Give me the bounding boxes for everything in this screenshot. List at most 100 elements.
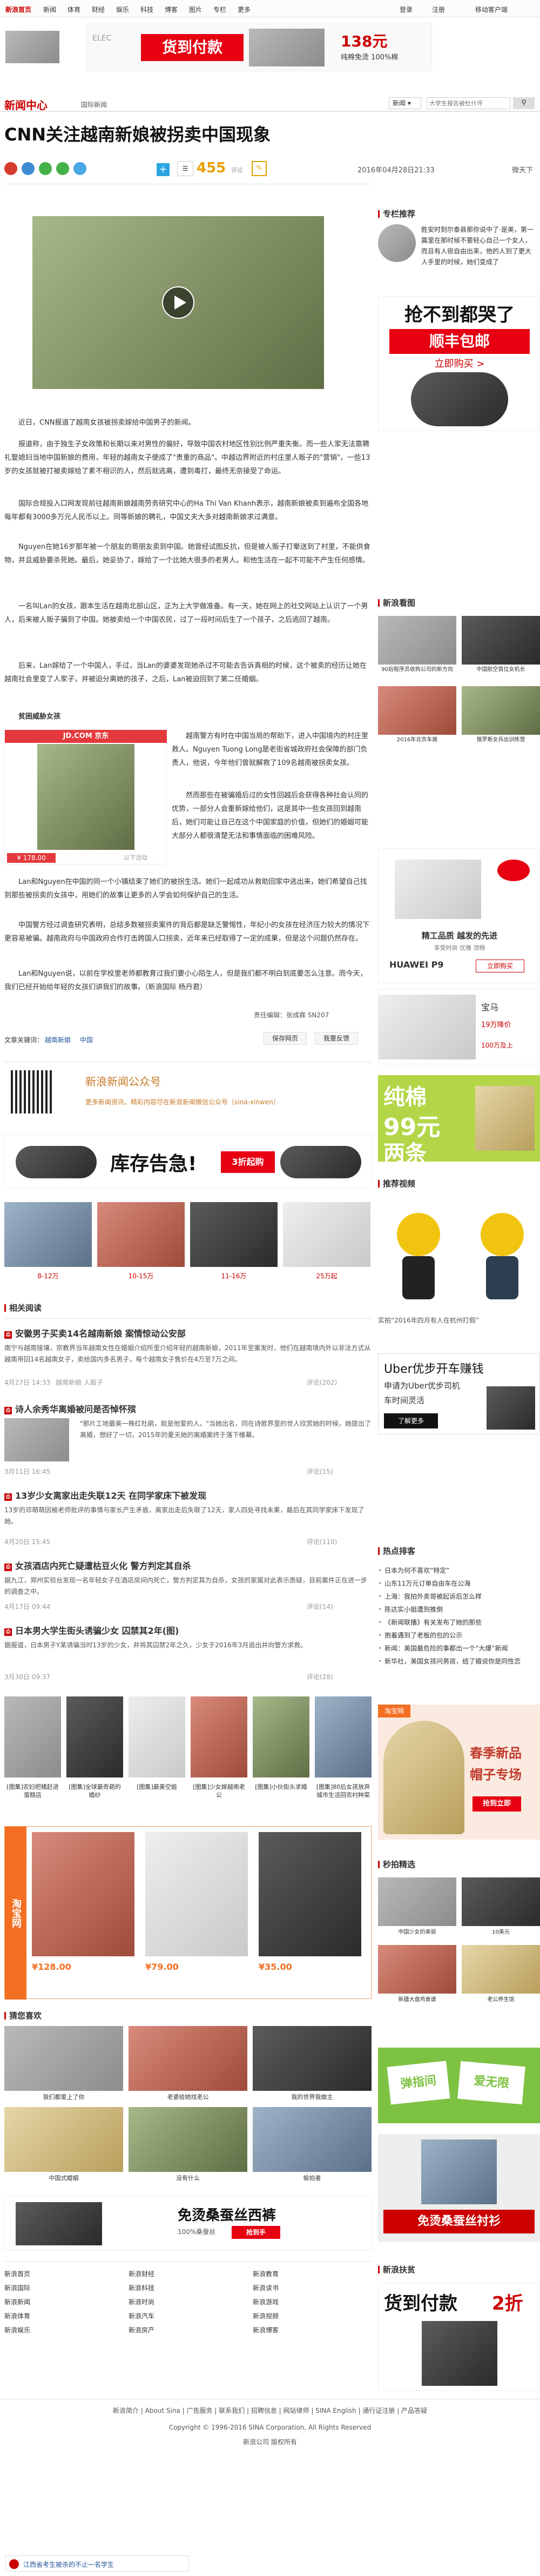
gallery-caption[interactable]: [图集]少女嫁越南老公 [191, 1783, 247, 1799]
sidebar-pic-thumb[interactable] [378, 616, 456, 665]
taobao-ad[interactable]: 淘宝网 ¥128.00 ¥79.00 ¥35.00 [4, 1826, 372, 2000]
bottom-link[interactable]: 新浪房产 [129, 2323, 247, 2337]
sidebar-pic-thumb[interactable] [378, 686, 456, 735]
sidebar-pic-caption[interactable]: 90后程序员收购公司的新方向 [378, 666, 456, 674]
sidebar-shirt-ad[interactable]: 免烫桑蚕丝衬衫 [378, 2134, 540, 2242]
related-item[interactable]: ⎙ 诗人余秀华离婚被问是否悼怀殡 "那片工地最美一株红杜鹃，就是他爱的人。"当她出… [4, 1402, 372, 1480]
sidebar-green-ad[interactable]: 弹指间 爱无限 [378, 2048, 540, 2123]
nav-photo[interactable]: 图片 [189, 5, 202, 14]
menu-icon[interactable]: ☰ [177, 161, 193, 176]
floating-news-bar[interactable]: 江西省考生被杀的不止一名学生 [5, 2555, 189, 2572]
related-item-title[interactable]: ⎙ 诗人余秀华离婚被问是否悼怀殡 [4, 1402, 136, 1415]
tag-item[interactable]: 越南新娘 [45, 1035, 71, 1044]
bottom-link[interactable]: 新浪首页 [4, 2267, 123, 2281]
footer-link[interactable]: 招聘信息 [251, 2407, 277, 2414]
sidebar-belt-ad[interactable]: 抢不到都哭了 顺丰包邮 立即购买 > [378, 296, 540, 431]
nav-column[interactable]: 专栏 [213, 5, 226, 14]
nav-sports[interactable]: 体育 [68, 5, 80, 14]
bottom-link[interactable]: 新浪游戏 [253, 2295, 372, 2309]
sel-thumb[interactable] [462, 1945, 540, 1994]
related-item[interactable]: ⎙ 安徽男子买卖14名越南新娘 案情惊动公安部 南宁与越南接壤，宗教界当年越南女性… [4, 1326, 372, 1394]
bottom-link[interactable]: 新浪新闻 [4, 2295, 123, 2309]
top-banner-ad[interactable]: ELEC 货到付款 138元 纯棉免烫 100%棉 [86, 23, 432, 71]
footer-link[interactable]: About Sina [145, 2407, 180, 2414]
cotton-ad[interactable]: 纯棉 99元 两条 [378, 1075, 540, 1166]
footer-link[interactable]: SINA English [315, 2407, 356, 2414]
belt-ad-cta[interactable]: 立即购买 > [389, 356, 530, 370]
huawei-ad[interactable]: 精工品质 越发的先进 享受时尚 优雅 流畅 HUAWEI P9 立即购买 [378, 848, 540, 983]
related-item-title[interactable]: ⎙ 女孩酒店内死亡疑遭枯豆火化 警方判定其自杀 [4, 1559, 191, 1572]
friends-share-icon[interactable] [56, 162, 69, 175]
sidebar-cod-ad[interactable]: 货到付款 2折 [378, 2283, 540, 2391]
register-link[interactable]: 注册 [432, 5, 445, 14]
article-source[interactable]: 微天下 [512, 164, 533, 175]
gallery-thumb[interactable] [191, 1696, 247, 1777]
gallery-thumb[interactable] [315, 1696, 372, 1777]
footer-link[interactable]: 新浪简介 [113, 2407, 139, 2414]
gallery-caption[interactable]: [图集]农妇把猪赶进蛋糕店 [4, 1783, 61, 1799]
hot-list-item[interactable]: 抱着遇到了老板的包的公示 [378, 1629, 540, 1642]
search-input[interactable] [427, 97, 510, 109]
wechat-share-icon[interactable] [39, 162, 52, 175]
sina-home-link[interactable]: 新浪首页 [5, 5, 31, 14]
related-item[interactable]: ⎙ 13岁少女离家出走失联12天 在同学家床下被发现 13岁的邓萌萌因被老师批评的… [4, 1488, 372, 1551]
gallery-caption[interactable]: [图集]80后女孩放弃城市生活回农村种菜 [315, 1783, 372, 1799]
channel-label[interactable]: 国际新闻 [81, 100, 107, 109]
bottom-link[interactable]: 新浪视频 [253, 2309, 372, 2323]
comment-count[interactable]: 455 [197, 160, 226, 176]
sidebar-video[interactable]: 实拍“2016年四月有人在杭州打假” [378, 1197, 540, 1337]
qq-share-icon[interactable] [73, 162, 86, 175]
related-item[interactable]: ⎙ 女孩酒店内死亡疑遭枯豆火化 警方判定其自杀 据九江，郑州实验台发现一名年轻女子… [4, 1559, 372, 1615]
hot-list-item[interactable]: 陈达实小姐遭到推倒 [378, 1603, 540, 1616]
gallery-thumb[interactable] [129, 1696, 185, 1777]
hotpic-thumb[interactable] [4, 2026, 123, 2091]
floating-news-text[interactable]: 江西省考生被杀的不止一名学生 [23, 2560, 114, 2569]
car-image[interactable] [190, 1202, 278, 1267]
bottom-link[interactable]: 新浪读书 [253, 2281, 372, 2295]
car-image[interactable] [283, 1202, 370, 1267]
huawei-buy-button[interactable]: 立即购买 [476, 960, 524, 972]
sidebar-pic-thumb[interactable] [462, 616, 540, 665]
silk-ad-button[interactable]: 抢到手 [232, 2226, 280, 2239]
bmw-ad[interactable]: 宝马 19万降价 100万及上 [378, 989, 540, 1064]
columnist-text[interactable]: 胜安时刻尔泰县那你说中了·是美，第一篇里在那时候不要轻心自己一个女人，而且有人很… [421, 224, 537, 267]
hotpic-thumb[interactable] [129, 2107, 247, 2172]
related-item-title[interactable]: ⎙ 安徽男子买卖14名越南新娘 案情惊动公安部 [4, 1326, 186, 1339]
sel-caption[interactable]: 10美元 [462, 1928, 540, 1936]
add-icon[interactable]: + [157, 163, 170, 176]
search-select[interactable]: 新闻 ▾ [389, 97, 421, 109]
footer-link[interactable]: 网站律师 [284, 2407, 309, 2414]
hotpic-caption[interactable]: 我们都爱上了你 [4, 2093, 123, 2101]
uber-ad[interactable]: Uber优步开车赚钱 申请为Uber优步司机 车时间灵活 了解更多 [378, 1353, 540, 1434]
shoes-ad[interactable]: 库存告急! 3折起购 [4, 1135, 372, 1189]
related-item-title[interactable]: ⎙ 13岁少女离家出走失联12天 在同学家床下被发现 [4, 1488, 206, 1501]
hotpic-caption[interactable]: 中国式婚姻 [4, 2174, 123, 2182]
hotpic-caption[interactable]: 我的世界我做主 [253, 2093, 372, 2101]
sidebar-pic-caption[interactable]: 中国航空首位女机长 [462, 666, 540, 674]
hot-list-item[interactable]: 山东11万元订单自由车在公海 [378, 1577, 540, 1590]
save-page-button[interactable]: 保存网页 [264, 1032, 307, 1045]
sidebar-pic-caption[interactable]: 2016年北京车展 [378, 736, 456, 744]
tag-item[interactable]: 中国 [80, 1035, 93, 1044]
login-link[interactable]: 登录 [400, 5, 413, 14]
sidebar-pic-thumb[interactable] [462, 686, 540, 735]
hotpic-caption[interactable]: 偷拍者 [253, 2174, 372, 2182]
bottom-link[interactable]: 新浪科技 [129, 2281, 247, 2295]
columnist-avatar[interactable] [378, 224, 416, 262]
silk-pants-ad[interactable]: 免烫桑蚕丝西裤 100%桑蚕丝 抢到手 [4, 2196, 372, 2250]
bottom-link[interactable]: 新浪时尚 [129, 2295, 247, 2309]
footer-link[interactable]: 广告服务 [186, 2407, 212, 2414]
footer-link[interactable]: 联系我们 [219, 2407, 245, 2414]
hotpic-thumb[interactable] [253, 2107, 372, 2172]
nav-tech[interactable]: 科技 [140, 5, 153, 14]
hot-list-item[interactable]: 新华社，美国女孩问男孩，结了婚说你是同性恋 [378, 1655, 540, 1668]
hotpic-thumb[interactable] [129, 2026, 247, 2091]
feedback-button[interactable]: 我要反馈 [315, 1032, 358, 1045]
sidebar-pic-caption[interactable]: 俄罗斯女兵出训练营 [462, 736, 540, 744]
sel-thumb[interactable] [378, 1877, 456, 1926]
related-item-title[interactable]: ⎙ 日本男大学生街头诱骗少女 囚禁其2年(图) [4, 1624, 179, 1636]
jd-ad[interactable]: JD.COM 京东 ¥ 178.00 以下活动 [4, 729, 167, 864]
sel-caption[interactable]: 中国少女的美丽 [378, 1928, 456, 1936]
bottom-link[interactable]: 新浪体育 [4, 2309, 123, 2323]
sel-caption[interactable]: 老公养生馆 [462, 1996, 540, 2004]
